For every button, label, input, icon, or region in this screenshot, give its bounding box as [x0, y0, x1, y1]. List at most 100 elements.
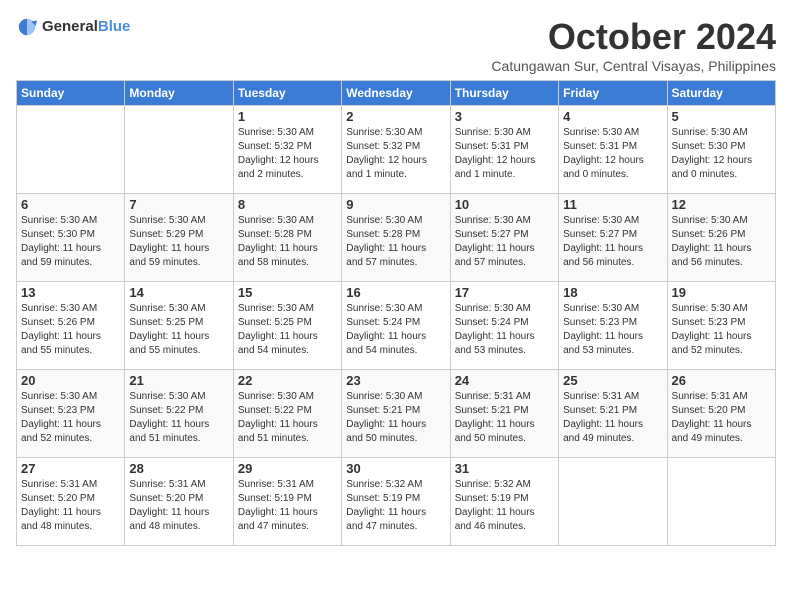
day-number: 9: [346, 197, 445, 212]
week-row-1: 1 Sunrise: 5:30 AM Sunset: 5:32 PM Daylig…: [17, 106, 776, 194]
logo-icon: [16, 16, 38, 38]
cell-info: Sunrise: 5:30 AM Sunset: 5:24 PM Dayligh…: [455, 302, 554, 358]
cell-info: Sunrise: 5:30 AM Sunset: 5:24 PM Dayligh…: [346, 302, 445, 358]
month-title: October 2024: [491, 16, 776, 58]
calendar-cell: 11 Sunrise: 5:30 AM Sunset: 5:27 PM Dayli…: [559, 194, 667, 282]
cell-info: Sunrise: 5:31 AM Sunset: 5:19 PM Dayligh…: [238, 478, 337, 534]
calendar-cell: 5Sunrise: 5:30 AM Sunset: 5:30 PM Daylig…: [667, 106, 775, 194]
calendar-cell: 30 Sunrise: 5:32 AM Sunset: 5:19 PM Dayli…: [342, 458, 450, 546]
calendar-cell: 19 Sunrise: 5:30 AM Sunset: 5:23 PM Dayli…: [667, 282, 775, 370]
day-number: 19: [672, 285, 771, 300]
day-number: 14: [129, 285, 228, 300]
calendar-cell: [17, 106, 125, 194]
day-number: 15: [238, 285, 337, 300]
calendar-cell: 6Sunrise: 5:30 AM Sunset: 5:30 PM Daylig…: [17, 194, 125, 282]
day-header-tuesday: Tuesday: [233, 81, 341, 106]
title-block: October 2024 Catungawan Sur, Central Vis…: [491, 16, 776, 74]
day-number: 29: [238, 461, 337, 476]
day-header-saturday: Saturday: [667, 81, 775, 106]
cell-info: Sunrise: 5:30 AM Sunset: 5:25 PM Dayligh…: [129, 302, 228, 358]
day-number: 8: [238, 197, 337, 212]
day-number: 18: [563, 285, 662, 300]
cell-info: Sunrise: 5:30 AM Sunset: 5:23 PM Dayligh…: [672, 302, 771, 358]
cell-info: Sunrise: 5:32 AM Sunset: 5:19 PM Dayligh…: [346, 478, 445, 534]
location: Catungawan Sur, Central Visayas, Philipp…: [491, 58, 776, 74]
calendar-cell: 22Sunrise: 5:30 AM Sunset: 5:22 PM Dayli…: [233, 370, 341, 458]
week-row-2: 6Sunrise: 5:30 AM Sunset: 5:30 PM Daylig…: [17, 194, 776, 282]
day-header-friday: Friday: [559, 81, 667, 106]
cell-info: Sunrise: 5:31 AM Sunset: 5:20 PM Dayligh…: [672, 390, 771, 446]
cell-info: Sunrise: 5:30 AM Sunset: 5:22 PM Dayligh…: [129, 390, 228, 446]
calendar-cell: 29 Sunrise: 5:31 AM Sunset: 5:19 PM Dayli…: [233, 458, 341, 546]
day-number: 10: [455, 197, 554, 212]
day-number: 13: [21, 285, 120, 300]
page-header: GeneralBlue October 2024 Catungawan Sur,…: [16, 16, 776, 74]
calendar-cell: [667, 458, 775, 546]
day-number: 12: [672, 197, 771, 212]
day-header-wednesday: Wednesday: [342, 81, 450, 106]
calendar-cell: 31 Sunrise: 5:32 AM Sunset: 5:19 PM Dayli…: [450, 458, 558, 546]
calendar-cell: 15 Sunrise: 5:30 AM Sunset: 5:25 PM Dayli…: [233, 282, 341, 370]
cell-info: Sunrise: 5:30 AM Sunset: 5:26 PM Dayligh…: [21, 302, 120, 358]
header-row: SundayMondayTuesdayWednesdayThursdayFrid…: [17, 81, 776, 106]
logo-text-general: General: [42, 18, 98, 35]
calendar-cell: 16 Sunrise: 5:30 AM Sunset: 5:24 PM Dayli…: [342, 282, 450, 370]
calendar-cell: 21Sunrise: 5:30 AM Sunset: 5:22 PM Dayli…: [125, 370, 233, 458]
cell-info: Sunrise: 5:30 AM Sunset: 5:21 PM Dayligh…: [346, 390, 445, 446]
cell-info: Sunrise: 5:32 AM Sunset: 5:19 PM Dayligh…: [455, 478, 554, 534]
day-number: 30: [346, 461, 445, 476]
cell-info: Sunrise: 5:30 AM Sunset: 5:25 PM Dayligh…: [238, 302, 337, 358]
week-row-5: 27 Sunrise: 5:31 AM Sunset: 5:20 PM Dayli…: [17, 458, 776, 546]
calendar-cell: 17 Sunrise: 5:30 AM Sunset: 5:24 PM Dayli…: [450, 282, 558, 370]
cell-info: Sunrise: 5:30 AM Sunset: 5:23 PM Dayligh…: [563, 302, 662, 358]
day-number: 28: [129, 461, 228, 476]
cell-info: Sunrise: 5:30 AM Sunset: 5:26 PM Dayligh…: [672, 214, 771, 270]
calendar-cell: [125, 106, 233, 194]
calendar-cell: 26 Sunrise: 5:31 AM Sunset: 5:20 PM Dayli…: [667, 370, 775, 458]
day-number: 6: [21, 197, 120, 212]
calendar-cell: 12 Sunrise: 5:30 AM Sunset: 5:26 PM Dayli…: [667, 194, 775, 282]
day-number: 5: [672, 109, 771, 124]
day-number: 11: [563, 197, 662, 212]
day-number: 25: [563, 373, 662, 388]
cell-info: Sunrise: 5:30 AM Sunset: 5:27 PM Dayligh…: [563, 214, 662, 270]
cell-info: Sunrise: 5:31 AM Sunset: 5:21 PM Dayligh…: [563, 390, 662, 446]
calendar-cell: 10 Sunrise: 5:30 AM Sunset: 5:27 PM Dayli…: [450, 194, 558, 282]
calendar-cell: 4Sunrise: 5:30 AM Sunset: 5:31 PM Daylig…: [559, 106, 667, 194]
day-number: 16: [346, 285, 445, 300]
cell-info: Sunrise: 5:31 AM Sunset: 5:20 PM Dayligh…: [21, 478, 120, 534]
calendar-cell: 13 Sunrise: 5:30 AM Sunset: 5:26 PM Dayli…: [17, 282, 125, 370]
cell-info: Sunrise: 5:30 AM Sunset: 5:31 PM Dayligh…: [455, 126, 554, 182]
calendar-table: SundayMondayTuesdayWednesdayThursdayFrid…: [16, 80, 776, 546]
logo-text-blue: Blue: [98, 18, 131, 35]
cell-info: Sunrise: 5:30 AM Sunset: 5:27 PM Dayligh…: [455, 214, 554, 270]
cell-info: Sunrise: 5:30 AM Sunset: 5:23 PM Dayligh…: [21, 390, 120, 446]
day-number: 3: [455, 109, 554, 124]
day-number: 2: [346, 109, 445, 124]
calendar-cell: [559, 458, 667, 546]
day-number: 1: [238, 109, 337, 124]
day-header-sunday: Sunday: [17, 81, 125, 106]
logo: GeneralBlue: [16, 16, 130, 38]
calendar-body: 1 Sunrise: 5:30 AM Sunset: 5:32 PM Daylig…: [17, 106, 776, 546]
calendar-cell: 7Sunrise: 5:30 AM Sunset: 5:29 PM Daylig…: [125, 194, 233, 282]
day-number: 24: [455, 373, 554, 388]
day-number: 27: [21, 461, 120, 476]
calendar-cell: 3 Sunrise: 5:30 AM Sunset: 5:31 PM Daylig…: [450, 106, 558, 194]
cell-info: Sunrise: 5:30 AM Sunset: 5:28 PM Dayligh…: [346, 214, 445, 270]
cell-info: Sunrise: 5:30 AM Sunset: 5:28 PM Dayligh…: [238, 214, 337, 270]
day-header-monday: Monday: [125, 81, 233, 106]
day-header-thursday: Thursday: [450, 81, 558, 106]
calendar-cell: 2Sunrise: 5:30 AM Sunset: 5:32 PM Daylig…: [342, 106, 450, 194]
calendar-header: SundayMondayTuesdayWednesdayThursdayFrid…: [17, 81, 776, 106]
cell-info: Sunrise: 5:30 AM Sunset: 5:32 PM Dayligh…: [238, 126, 337, 182]
calendar-cell: 20Sunrise: 5:30 AM Sunset: 5:23 PM Dayli…: [17, 370, 125, 458]
cell-info: Sunrise: 5:30 AM Sunset: 5:29 PM Dayligh…: [129, 214, 228, 270]
day-number: 26: [672, 373, 771, 388]
calendar-cell: 14 Sunrise: 5:30 AM Sunset: 5:25 PM Dayli…: [125, 282, 233, 370]
calendar-cell: 23Sunrise: 5:30 AM Sunset: 5:21 PM Dayli…: [342, 370, 450, 458]
day-number: 31: [455, 461, 554, 476]
calendar-cell: 28Sunrise: 5:31 AM Sunset: 5:20 PM Dayli…: [125, 458, 233, 546]
calendar-cell: 8 Sunrise: 5:30 AM Sunset: 5:28 PM Daylig…: [233, 194, 341, 282]
day-number: 17: [455, 285, 554, 300]
